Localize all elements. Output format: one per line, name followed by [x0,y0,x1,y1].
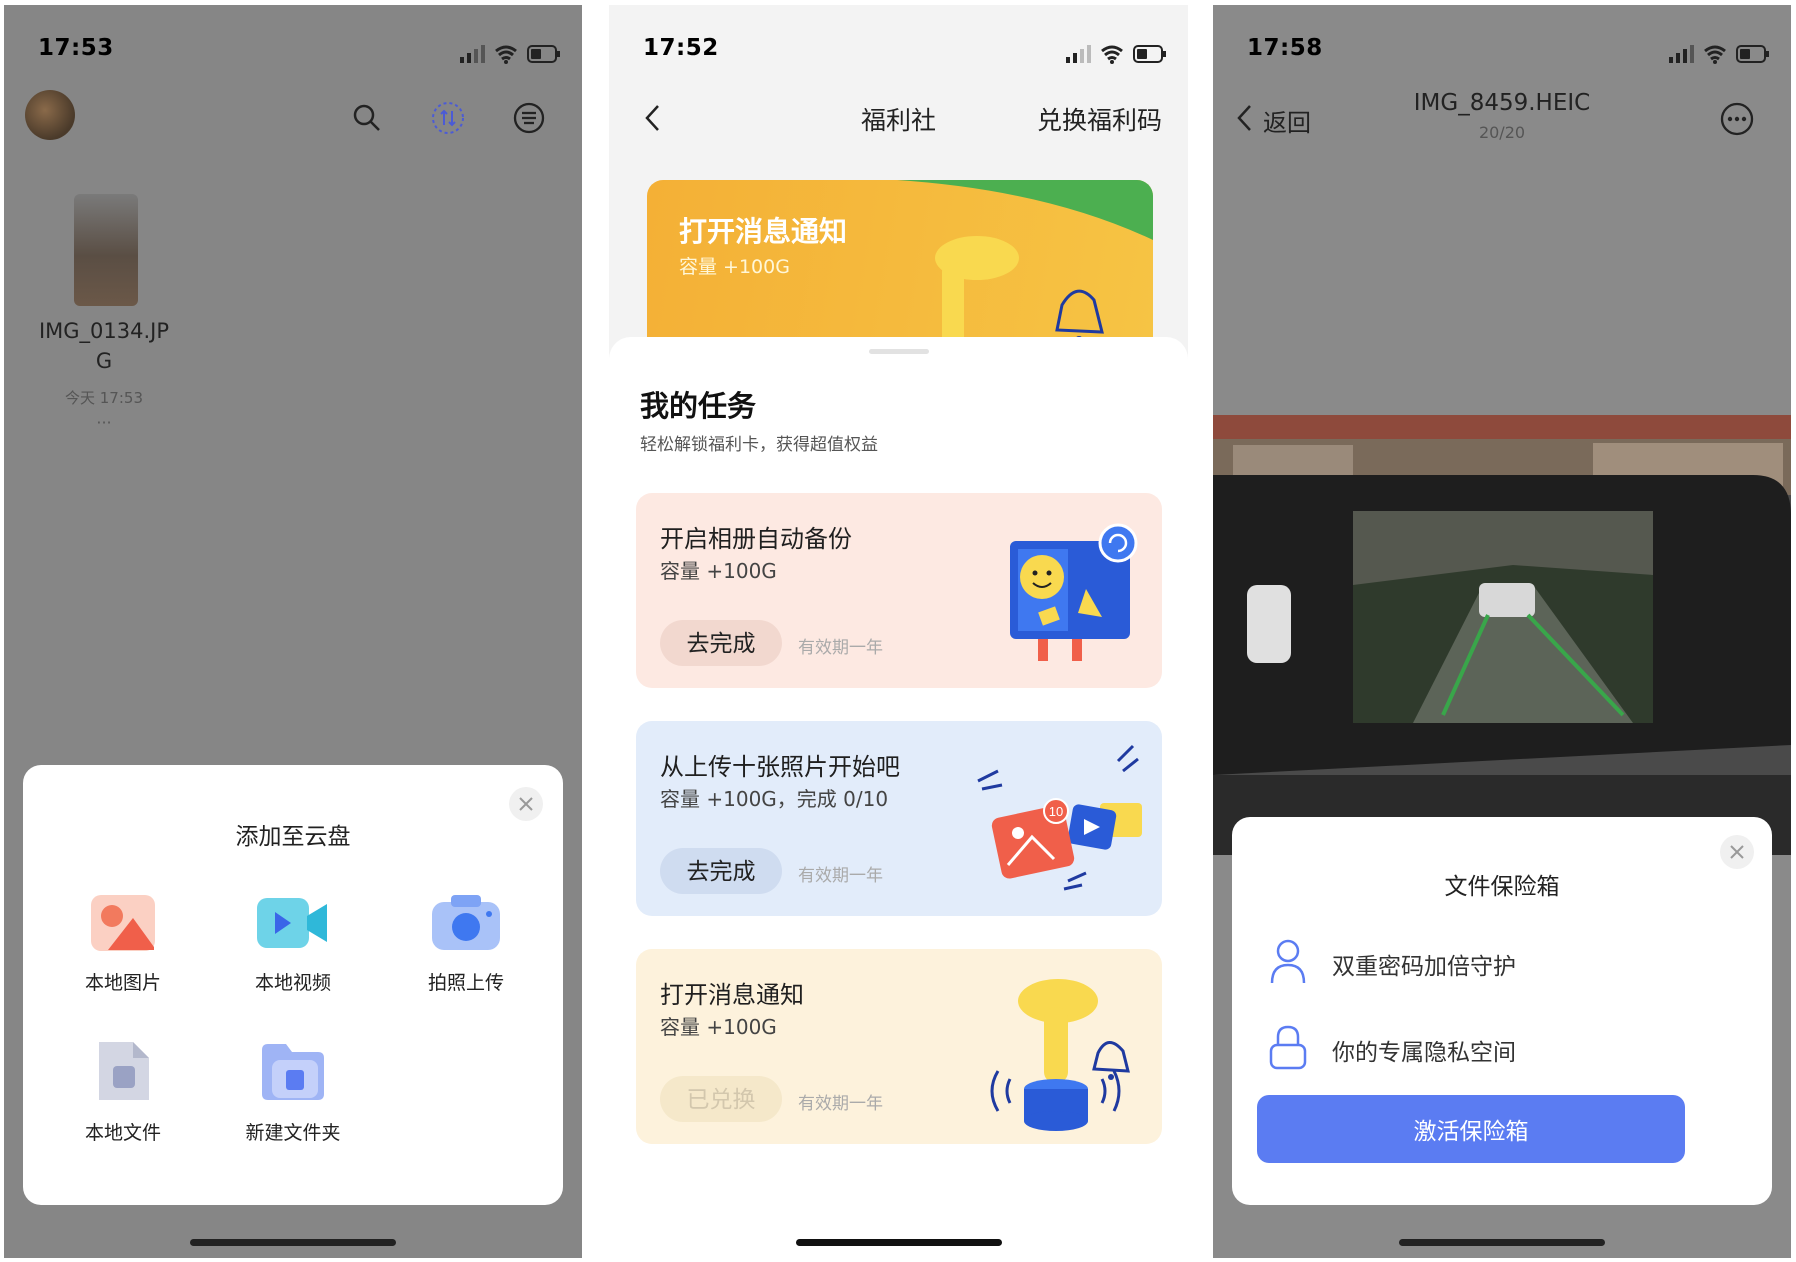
feature-row: 你的专属隐私空间 [1268,1023,1728,1075]
video-icon [257,898,327,948]
task-card-enable-notifications: 打开消息通知 容量 +100G 已兑换 有效期一年 [636,949,1162,1144]
menu-icon[interactable] [512,101,546,135]
photo-title: IMG_8459.HEIC [1413,90,1591,116]
task-card-album-backup: 开启相册自动备份 容量 +100G 去完成 有效期一年 [636,493,1162,688]
go-complete-button[interactable]: 去完成 [660,848,782,894]
file-more-button[interactable]: ··· [4,413,204,432]
sheet-title: 添加至云盘 [235,824,351,850]
go-complete-button[interactable]: 去完成 [660,620,782,666]
task-reward: 容量 +100G，完成 0/10 [660,787,889,811]
screen-welfare-club: 17:52 福利社 兑换福利码 打开消息通知 容量 +100G 我的任务 轻松解… [609,5,1188,1258]
home-indicator [795,1239,1002,1246]
local-file-label: 本地文件 [84,1122,161,1144]
home-indicator [190,1239,396,1246]
add-to-cloud-sheet: 添加至云盘 本地图片 本地视频 拍照上传 本地文件 新建文件夹 [23,765,563,1205]
notification-bell-icon [990,979,1130,1131]
status-icons [1669,45,1769,64]
local-photo-button[interactable]: 本地图片 [58,892,188,995]
banner-subtitle: 容量 +100G [679,256,790,278]
banner-title: 打开消息通知 [679,215,848,248]
task-title: 从上传十张照片开始吧 [660,753,900,781]
status-bar: 17:53 [4,33,582,73]
task-reward: 容量 +100G [660,1015,777,1039]
close-button[interactable] [509,787,543,821]
task-card-upload-photos: 从上传十张照片开始吧 容量 +100G，完成 0/10 去完成 有效期一年 10 [636,721,1162,916]
transfer-icon[interactable] [431,101,465,135]
status-icons [1066,45,1166,64]
tasks-panel: 我的任务 轻松解锁福利卡，获得超值权益 开启相册自动备份 容量 +100G 去完… [609,337,1188,1258]
search-icon[interactable] [352,103,382,133]
local-video-button[interactable]: 本地视频 [228,892,358,995]
status-time: 17:52 [643,35,719,61]
sheet-title: 文件保险箱 [1444,874,1560,900]
close-button[interactable] [1720,835,1754,869]
section-subtitle: 轻松解锁福利卡，获得超值权益 [640,435,878,455]
validity-text: 有效期一年 [798,1094,883,1114]
user-icon [1270,939,1306,984]
photo-album-icon [1010,523,1138,661]
screen-cloud-drive: 17:53 IMG_0134.JP G 今天 17:53 ··· 添加至云盘 本… [4,5,582,1258]
new-folder-button[interactable]: 新建文件夹 [228,1038,358,1145]
file-name-line2: G [95,349,113,373]
file-name[interactable]: IMG_0134.JP G [4,319,204,373]
status-time: 17:53 [38,35,114,61]
avatar[interactable] [25,90,75,140]
file-vault-sheet: 文件保险箱 双重密码加倍守护 你的专属隐私空间 激活保险箱 [1232,817,1772,1205]
file-name-line1: IMG_0134.JP [38,319,170,343]
task-title: 开启相册自动备份 [660,525,852,553]
section-title: 我的任务 [640,389,757,423]
file-icon [99,1042,149,1100]
feature-row: 双重密码加倍守护 [1268,937,1728,989]
close-icon [519,797,533,811]
redeemed-button[interactable]: 已兑换 [660,1076,782,1122]
task-title: 打开消息通知 [660,981,804,1009]
status-icons [460,45,560,64]
home-indicator [1399,1239,1605,1246]
take-photo-button[interactable]: 拍照上传 [401,892,531,995]
new-folder-label: 新建文件夹 [245,1122,341,1144]
file-date: 今天 17:53 [65,389,143,407]
local-file-button[interactable]: 本地文件 [58,1038,188,1145]
status-bar: 17:58 [1213,33,1791,73]
screen-photo-viewer: 17:58 返回 IMG_8459.HEIC 20/20 文件保险箱 双重密码加… [1213,5,1791,1258]
photo-image[interactable] [1213,415,1791,855]
photo-upload-icon: 10 [977,744,1142,891]
validity-text: 有效期一年 [798,638,883,658]
feature-text: 你的专属隐私空间 [1332,1040,1516,1066]
local-video-label: 本地视频 [254,972,331,994]
upload-count-badge: 10 [1049,804,1063,819]
redeem-code-link[interactable]: 兑换福利码 [1037,101,1162,137]
drag-handle[interactable] [869,349,929,354]
status-bar: 17:52 [609,33,1188,73]
camera-icon [432,895,500,950]
take-photo-label: 拍照上传 [427,972,504,994]
file-thumbnail[interactable] [74,194,138,306]
lock-icon [1269,1025,1307,1070]
photo-icon [91,895,155,951]
task-reward: 容量 +100G [660,559,777,583]
photo-counter: 20/20 [1478,123,1526,142]
activate-vault-button[interactable]: 激活保险箱 [1257,1095,1685,1163]
folder-icon [262,1044,324,1100]
close-icon [1730,845,1744,859]
status-time: 17:58 [1247,35,1323,61]
more-options-icon[interactable] [1719,101,1755,137]
local-photo-label: 本地图片 [84,972,161,994]
validity-text: 有效期一年 [798,866,883,886]
feature-text: 双重密码加倍守护 [1332,954,1516,980]
